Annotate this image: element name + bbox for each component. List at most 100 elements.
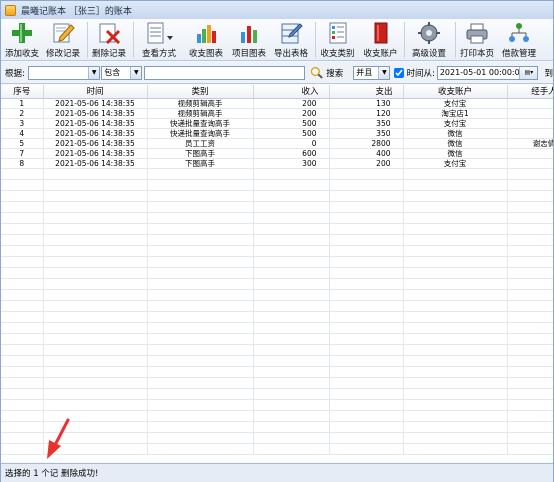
cell-time: 2021-05-06 14:38:35	[43, 147, 148, 159]
cell-no: 4	[1, 128, 44, 139]
time-filter-checkbox[interactable]	[394, 67, 405, 78]
filter-bar: 根据: ▼ 包含 ▼ 搜索 并且 ▼ 时间从: 2021-05-01 00:00…	[1, 62, 553, 84]
table-row[interactable]: 3 2021-05-06 14:38:35 快递批量查询高手 500 350 支…	[1, 118, 553, 129]
view-mode-button[interactable]: 查看方式	[134, 19, 184, 61]
column-header[interactable]: 类别	[147, 85, 254, 99]
app-window: 晨曦记账本 ［张三］的账本 添加收支 修改记录 删除记录 查看方式 收支图表 项…	[0, 0, 554, 482]
bar-chart-icon	[197, 25, 216, 43]
empty-row	[1, 223, 553, 235]
table-row[interactable]: 4 2021-05-06 14:38:35 快递批量查询高手 500 350 微…	[1, 128, 553, 139]
export-table-label: 导出表格	[273, 49, 308, 59]
cell-time: 2021-05-06 14:38:35	[43, 118, 148, 129]
empty-row	[1, 201, 553, 213]
project-chart-label: 项目图表	[231, 49, 266, 59]
network-people-icon	[509, 23, 529, 42]
project-chart-button[interactable]: 项目图表	[228, 19, 270, 61]
empty-row	[1, 344, 553, 356]
view-document-icon	[147, 22, 173, 44]
table-row[interactable]: 8 2021-05-06 14:38:35 下图高手 300 200 支付宝	[1, 158, 553, 169]
window-title: 晨曦记账本 ［张三］的账本	[21, 6, 132, 17]
search-button[interactable]: 搜索	[326, 67, 343, 79]
empty-row	[1, 443, 553, 455]
cell-income: 300	[253, 158, 330, 169]
cell-time: 2021-05-06 14:38:35	[43, 128, 148, 139]
column-header[interactable]: 经手人	[507, 85, 553, 99]
cell-time: 2021-05-06 14:38:35	[43, 108, 148, 119]
delete-x-icon	[99, 23, 121, 44]
empty-row	[1, 432, 553, 444]
edit-record-button[interactable]: 修改记录	[43, 19, 83, 61]
empty-row	[1, 289, 553, 301]
empty-row	[1, 234, 553, 246]
cell-expense: 400	[329, 147, 404, 159]
cell-handler: 谢志倩	[507, 138, 553, 149]
empty-row	[1, 190, 553, 202]
export-table-button[interactable]: 导出表格	[270, 19, 312, 61]
column-header[interactable]: 序号	[1, 85, 44, 99]
cell-account: 支付宝	[403, 158, 508, 169]
cell-expense: 350	[329, 118, 404, 129]
cell-category: 员工工资	[147, 138, 254, 149]
income-chart-label: 收支图表	[188, 49, 223, 59]
table-row-selected[interactable]: 7 2021-05-06 14:38:35 下图高手 600 400 微信	[1, 147, 553, 159]
empty-row	[1, 212, 553, 224]
keyword-input[interactable]	[144, 65, 305, 80]
empty-row	[1, 410, 553, 422]
records-table: 序号 时间 类别 收入 支出 收支账户 经手人 1 2021-05-06 14:…	[1, 85, 553, 462]
account-label: 收支账户	[363, 49, 398, 59]
delete-record-label: 删除记录	[91, 49, 126, 59]
chevron-down-icon: ▼	[130, 66, 142, 79]
table-row[interactable]: 2 2021-05-06 14:38:35 视频剪辑高手 200 120 淘宝店…	[1, 108, 553, 119]
cell-expense: 2800	[329, 138, 404, 149]
cell-no: 7	[1, 147, 44, 159]
print-page-button[interactable]: 打印本页	[456, 19, 498, 61]
cell-no: 5	[1, 138, 44, 149]
title-bar: 晨曦记账本 ［张三］的账本	[1, 1, 553, 19]
cell-expense: 350	[329, 128, 404, 139]
table-row[interactable]: 5 2021-05-06 14:38:35 员工工资 0 2800 微信 谢志倩	[1, 138, 553, 149]
time-from-picker[interactable]: 2021-05-01 00:00:00 ▤▾	[436, 65, 539, 80]
empty-row	[1, 168, 553, 180]
delete-record-button[interactable]: 删除记录	[88, 19, 130, 61]
advanced-settings-label: 高级设置	[411, 49, 446, 59]
toolbar: 添加收支 修改记录 删除记录 查看方式 收支图表 项目图表 导出表格 收支类别 …	[1, 19, 553, 61]
cell-handler	[507, 118, 553, 129]
empty-row	[1, 256, 553, 268]
cell-handler	[507, 158, 553, 169]
cell-time: 2021-05-06 14:38:35	[43, 158, 148, 169]
category-button[interactable]: 收支类别	[316, 19, 359, 61]
cell-category: 视频剪辑高手	[147, 98, 254, 109]
add-record-button[interactable]: 添加收支	[1, 19, 43, 61]
logic-select[interactable]: 并且 ▼	[353, 65, 391, 80]
cell-no: 8	[1, 158, 44, 169]
column-header[interactable]: 支出	[329, 85, 404, 99]
cell-income: 500	[253, 118, 330, 129]
column-header[interactable]: 收入	[253, 85, 330, 99]
income-chart-button[interactable]: 收支图表	[184, 19, 228, 61]
app-logo-icon	[5, 4, 16, 16]
cell-category: 快递批量查询高手	[147, 118, 254, 129]
empty-row	[1, 366, 553, 378]
account-book-icon	[374, 22, 387, 44]
column-header[interactable]: 时间	[43, 85, 148, 99]
loan-management-button[interactable]: 借款管理	[498, 19, 540, 61]
search-icon[interactable]	[310, 66, 324, 79]
time-from-label: 时间从:	[406, 68, 435, 79]
account-button[interactable]: 收支账户	[359, 19, 402, 61]
loan-management-label: 借款管理	[501, 49, 536, 59]
printer-icon	[466, 23, 488, 44]
chevron-down-icon: ▼	[378, 66, 390, 79]
match-select[interactable]: 包含 ▼	[101, 65, 143, 80]
calendar-dropdown-icon: ▤▾	[519, 66, 538, 79]
cell-expense: 130	[329, 98, 404, 109]
logic-value: 并且	[356, 68, 373, 77]
advanced-settings-button[interactable]: 高级设置	[405, 19, 453, 61]
cell-handler	[507, 98, 553, 109]
empty-row	[1, 278, 553, 290]
table-row[interactable]: 1 2021-05-06 14:38:35 视频剪辑高手 200 130 支付宝	[1, 98, 553, 109]
column-header[interactable]: 收支账户	[403, 85, 508, 99]
edit-pencil-icon	[53, 23, 75, 43]
gear-icon	[418, 22, 440, 44]
cell-income: 200	[253, 108, 330, 119]
basis-select[interactable]: ▼	[27, 65, 101, 80]
